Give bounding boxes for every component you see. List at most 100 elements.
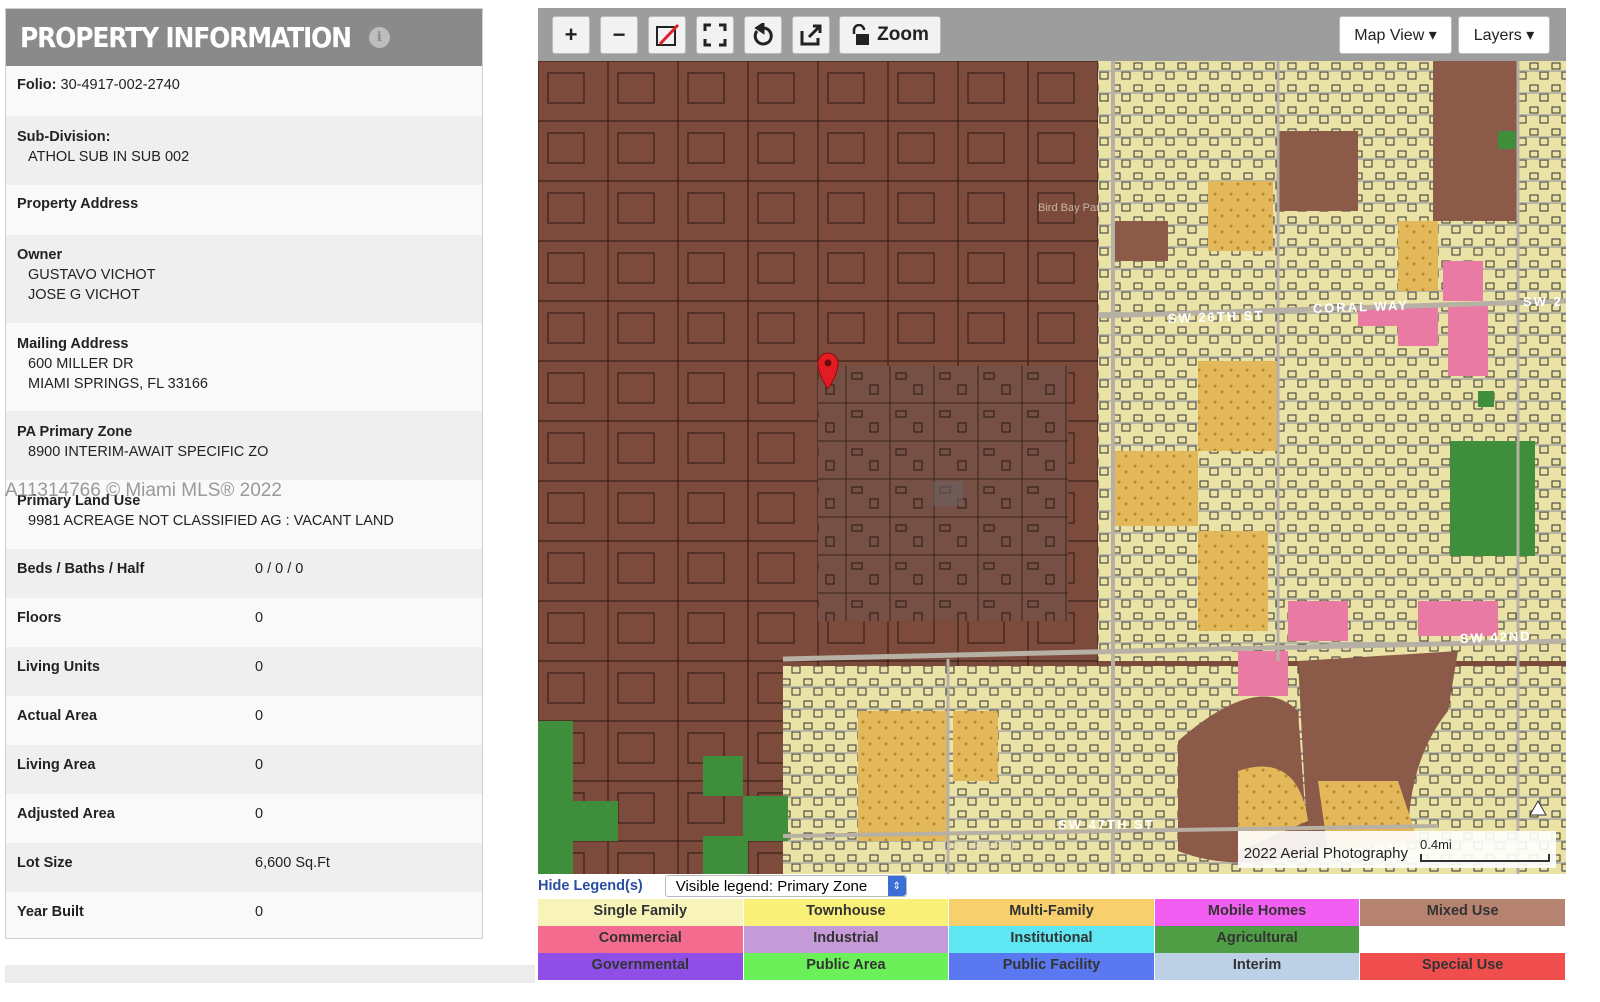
fact-value: 0	[255, 904, 264, 920]
fact-label: Actual Area	[17, 708, 98, 724]
map-toolbar: + − Zoom Map View ▾ Layers ▾	[538, 8, 1566, 61]
updown-arrow-icon: ⇕	[887, 876, 906, 896]
map-container: + − Zoom Map View ▾ Layers ▾ SW 26TH ST …	[538, 8, 1566, 874]
fact-label: Floors	[17, 610, 62, 626]
fact-row-beds: Beds / Baths / Half 0 / 0 / 0	[6, 549, 482, 598]
fact-value: 6,600 Sq.Ft	[255, 855, 330, 871]
legend-item: Mobile Homes	[1154, 899, 1361, 926]
fact-label: Living Units	[17, 659, 100, 675]
legend-item: Public Facility	[949, 953, 1155, 980]
layers-dropdown[interactable]: Layers ▾	[1458, 16, 1550, 54]
primary-land-use-value: 9981 ACREAGE NOT CLASSIFIED AG : VACANT …	[28, 513, 394, 529]
zoom-lock-button[interactable]: Zoom	[839, 16, 941, 54]
owner-name-1: GUSTAVO VICHOT	[28, 267, 156, 283]
legend-item: Special Use	[1360, 953, 1566, 980]
fact-value: 0	[255, 806, 264, 822]
fact-value: 0	[255, 757, 264, 773]
fact-label: Adjusted Area	[17, 806, 115, 822]
plus-icon: +	[564, 22, 578, 47]
fact-label: Beds / Baths / Half	[17, 561, 145, 577]
subdivision-value: ATHOL SUB IN SUB 002	[28, 149, 190, 165]
park-label: Eden Lakes Park	[933, 840, 1017, 852]
map-view-dropdown[interactable]: Map View ▾	[1339, 16, 1452, 54]
reset-button[interactable]	[744, 16, 782, 54]
fact-row-year-built: Year Built 0	[6, 892, 482, 938]
legend-item	[1360, 926, 1566, 953]
scale-bar: 0.4mi	[1420, 837, 1550, 862]
draw-button[interactable]	[648, 16, 686, 54]
legend-controls: Hide Legend(s) Visible legend: Primary Z…	[538, 874, 1566, 898]
panel-footer-bar	[5, 965, 535, 983]
property-info-panel: PROPERTY INFORMATION i Folio: 30-4917-00…	[5, 8, 483, 939]
fact-value: 0	[255, 610, 264, 626]
zoom-out-button[interactable]: −	[600, 16, 638, 54]
legend-item: Governmental	[538, 953, 744, 980]
primary-land-use-row: Primary Land Use 9981 ACREAGE NOT CLASSI…	[6, 480, 482, 549]
owner-row: Owner GUSTAVO VICHOT JOSE G VICHOT	[6, 235, 482, 323]
legend-select[interactable]: Visible legend: Primary Zone ⇕	[664, 875, 907, 897]
folio-label: Folio:	[17, 77, 57, 93]
fact-row-living-units: Living Units 0	[6, 647, 482, 696]
zoning-map[interactable]: SW 26TH ST CORAL WAY SW 42ND SW 47TH ST …	[538, 61, 1566, 874]
legend-item: Industrial	[743, 926, 950, 953]
legend-item: Single Family	[538, 899, 744, 926]
subdivision-label: Sub-Division:	[17, 129, 111, 145]
legend-row: Single Family Townhouse Multi-Family Mobile…	[538, 899, 1566, 926]
street-label: SW 2	[1523, 294, 1563, 309]
minus-icon: −	[612, 22, 626, 47]
fact-row-floors: Floors 0	[6, 598, 482, 647]
folio-value[interactable]: 30-4917-002-2740	[61, 77, 180, 93]
legend-item: Townhouse	[743, 899, 950, 926]
owner-name-2: JOSE G VICHOT	[28, 287, 140, 303]
street-label: SW 47TH ST	[1058, 817, 1155, 832]
hide-legend-link[interactable]: Hide Legend(s)	[538, 878, 643, 894]
panel-header: PROPERTY INFORMATION i	[6, 9, 482, 66]
share-icon	[800, 24, 822, 46]
fact-row-actual-area: Actual Area 0	[6, 696, 482, 745]
fact-label: Lot Size	[17, 855, 73, 871]
legend-item: Institutional	[949, 926, 1155, 953]
photo-year-label: 2022 Aerial Photography	[1243, 845, 1408, 862]
fact-value: 0	[255, 708, 264, 724]
info-icon[interactable]: i	[368, 27, 390, 48]
legend-item: Agricultural	[1154, 926, 1361, 953]
legend-item: Public Area	[743, 953, 950, 980]
primary-zone-value: 8900 INTERIM-AWAIT SPECIFIC ZO	[28, 444, 269, 460]
zoom-in-button[interactable]: +	[552, 16, 590, 54]
mailing-address-line-1: 600 MILLER DR	[28, 356, 134, 372]
fact-row-living-area: Living Area 0	[6, 745, 482, 794]
fact-label: Living Area	[17, 757, 96, 773]
legend-item: Multi-Family	[949, 899, 1155, 926]
legend-item: Commercial	[538, 926, 744, 953]
mailing-address-label: Mailing Address	[17, 336, 129, 352]
fact-row-adjusted-area: Adjusted Area 0	[6, 794, 482, 843]
property-address-label: Property Address	[17, 196, 139, 212]
mailing-address-line-2: MIAMI SPRINGS, FL 33166	[28, 376, 208, 392]
owner-label: Owner	[17, 247, 63, 263]
fact-row-lot-size: Lot Size 6,600 Sq.Ft	[6, 843, 482, 892]
pencil-icon	[656, 23, 680, 46]
legend-row: Governmental Public Area Public Facility In…	[538, 953, 1566, 980]
street-label: SW 42ND	[1460, 629, 1532, 646]
fullscreen-button[interactable]	[696, 16, 734, 54]
folio-row: Folio: 30-4917-002-2740	[6, 66, 482, 116]
park-label: Bird Bay Park	[1038, 202, 1106, 214]
property-address-row: Property Address	[6, 185, 482, 235]
fullscreen-icon	[703, 23, 727, 47]
fact-label: Year Built	[17, 904, 84, 920]
unlock-icon	[852, 24, 870, 45]
share-button[interactable]	[792, 16, 830, 54]
legend-row: Commercial Industrial Institutional Agricul…	[538, 926, 1566, 953]
scale-label: 0.4mi	[1420, 837, 1452, 852]
primary-zone-row: PA Primary Zone 8900 INTERIM-AWAIT SPECI…	[6, 411, 482, 480]
subdivision-row: Sub-Division: ATHOL SUB IN SUB 002	[6, 116, 482, 185]
zoom-label: Zoom	[877, 24, 929, 45]
primary-land-use-label: Primary Land Use	[17, 493, 141, 509]
primary-zone-label: PA Primary Zone	[17, 424, 133, 440]
aerial-photo-label: 2022 Aerial Photography 0.4mi	[1237, 831, 1556, 868]
fact-value: 0	[255, 659, 264, 675]
legend-select-value: Visible legend: Primary Zone	[675, 877, 868, 895]
legend-item: Mixed Use	[1360, 899, 1566, 926]
fact-value: 0 / 0 / 0	[255, 561, 304, 577]
panel-title: PROPERTY INFORMATION	[20, 21, 352, 54]
